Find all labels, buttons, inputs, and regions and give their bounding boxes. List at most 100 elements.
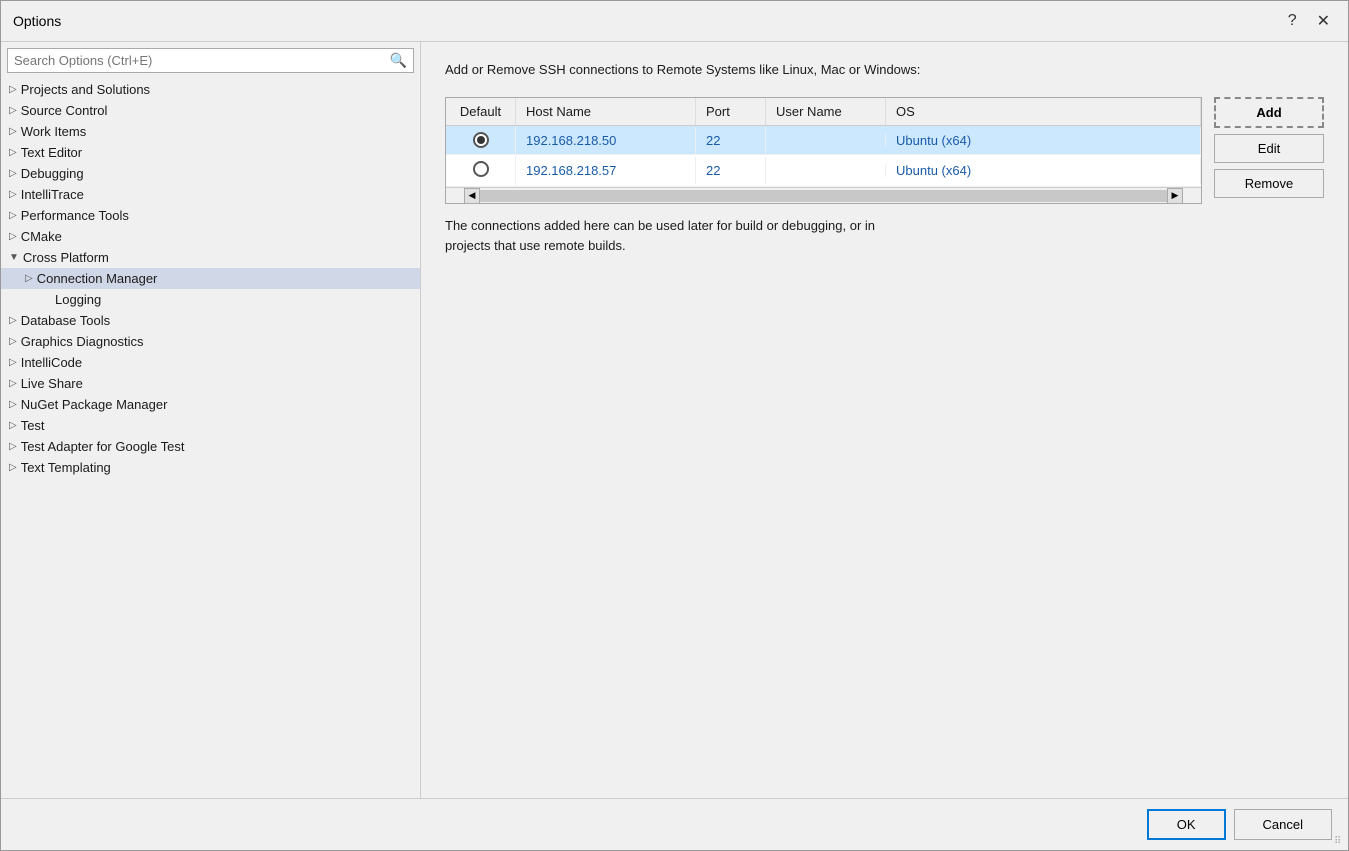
radio-1[interactable] xyxy=(473,161,489,177)
tree-label-text-editor: Text Editor xyxy=(21,145,82,160)
tree-label-cross-platform: Cross Platform xyxy=(23,250,109,265)
tree-label-work-items: Work Items xyxy=(21,124,87,139)
tree-item-text-editor[interactable]: ▷ Text Editor xyxy=(1,142,420,163)
tree-arrow-test: ▷ xyxy=(9,420,17,431)
search-input[interactable] xyxy=(14,53,390,68)
tree-arrow-performance-tools: ▷ xyxy=(9,210,17,221)
tree-arrow-live-share: ▷ xyxy=(9,378,17,389)
tree-label-live-share: Live Share xyxy=(21,376,83,391)
cell-os-1: Ubuntu (x64) xyxy=(886,157,1201,184)
tree-label-nuget-package-manager: NuGet Package Manager xyxy=(21,397,168,412)
connections-table: Default Host Name Port User Name OS 192.… xyxy=(445,97,1202,204)
cell-host-1: 192.168.218.57 xyxy=(516,157,696,184)
table-header: Default Host Name Port User Name OS xyxy=(446,98,1201,126)
dialog-title: Options xyxy=(13,13,61,29)
col-header-host: Host Name xyxy=(516,98,696,125)
tree-item-text-templating[interactable]: ▷Text Templating xyxy=(1,457,420,478)
table-scrollbar[interactable]: ◀ ▶ xyxy=(446,187,1201,203)
cell-os-0: Ubuntu (x64) xyxy=(886,127,1201,154)
tree-item-performance-tools[interactable]: ▷Performance Tools xyxy=(1,205,420,226)
tree-label-logging: Logging xyxy=(55,292,101,307)
tree-item-logging[interactable]: Logging xyxy=(1,289,420,310)
tree-item-graphics-diagnostics[interactable]: ▷ Graphics Diagnostics xyxy=(1,331,420,352)
tree-arrow-intellitrace: ▷ xyxy=(9,189,17,200)
tree-arrow-debugging: ▷ xyxy=(9,168,17,179)
ok-button[interactable]: OK xyxy=(1147,809,1226,840)
tree-label-projects: Projects and Solutions xyxy=(21,82,150,97)
panel-description: Add or Remove SSH connections to Remote … xyxy=(445,62,1324,77)
table-and-buttons: Default Host Name Port User Name OS 192.… xyxy=(445,97,1324,204)
tree-arrow-work-items: ▷ xyxy=(9,126,17,137)
cell-default-1[interactable] xyxy=(446,155,516,186)
tree-item-nuget-package-manager[interactable]: ▷ NuGet Package Manager xyxy=(1,394,420,415)
tree-item-test-adapter-google[interactable]: ▷Test Adapter for Google Test xyxy=(1,436,420,457)
col-header-port: Port xyxy=(696,98,766,125)
tree-item-live-share[interactable]: ▷ Live Share xyxy=(1,373,420,394)
scrollbar-track[interactable] xyxy=(480,190,1167,202)
title-bar: Options ? ✕ xyxy=(1,1,1348,42)
tree-arrow-text-editor: ▷ xyxy=(9,147,17,158)
bottom-note: The connections added here can be used l… xyxy=(445,216,1324,255)
tree-item-intellitrace[interactable]: ▷ IntelliTrace xyxy=(1,184,420,205)
tree-item-intellicode[interactable]: ▷ IntelliCode xyxy=(1,352,420,373)
add-button[interactable]: Add xyxy=(1214,97,1324,128)
table-row[interactable]: 192.168.218.5722 Ubuntu (x64) xyxy=(446,155,1201,187)
col-header-default: Default xyxy=(446,98,516,125)
tree-arrow-source-control: ▷ xyxy=(9,105,17,116)
remove-button[interactable]: Remove xyxy=(1214,169,1324,198)
tree-label-debugging: Debugging xyxy=(21,166,84,181)
table-row[interactable]: 192.168.218.5022 Ubuntu (x64) xyxy=(446,126,1201,155)
content-area: 🔍 ▷ Projects and Solutions ▷ Source Control… xyxy=(1,42,1348,798)
tree-container[interactable]: ▷ Projects and Solutions ▷ Source Control ▷ W… xyxy=(1,79,420,798)
tree-arrow-test-adapter-google: ▷ xyxy=(9,441,17,452)
edit-button[interactable]: Edit xyxy=(1214,134,1324,163)
tree-item-projects[interactable]: ▷ Projects and Solutions xyxy=(1,79,420,100)
right-panel: Add or Remove SSH connections to Remote … xyxy=(421,42,1348,798)
tree-item-source-control[interactable]: ▷ Source Control xyxy=(1,100,420,121)
tree-label-graphics-diagnostics: Graphics Diagnostics xyxy=(21,334,144,349)
bottom-note-line2: projects that use remote builds. xyxy=(445,238,626,253)
tree-item-test[interactable]: ▷Test xyxy=(1,415,420,436)
tree-arrow-database-tools: ▷ xyxy=(9,315,17,326)
left-panel: 🔍 ▷ Projects and Solutions ▷ Source Control… xyxy=(1,42,421,798)
tree-label-intellitrace: IntelliTrace xyxy=(21,187,84,202)
col-header-user: User Name xyxy=(766,98,886,125)
cell-user-1 xyxy=(766,165,886,177)
table-body[interactable]: 192.168.218.5022Ubuntu (x64)192.168.218.… xyxy=(446,126,1201,187)
action-buttons: Add Edit Remove xyxy=(1214,97,1324,204)
search-box[interactable]: 🔍 xyxy=(7,48,414,73)
bottom-bar: OK Cancel xyxy=(1,798,1348,850)
cell-host-0: 192.168.218.50 xyxy=(516,127,696,154)
cell-user-0 xyxy=(766,134,886,146)
tree-label-source-control: Source Control xyxy=(21,103,108,118)
scroll-right-btn[interactable]: ▶ xyxy=(1167,188,1183,204)
tree-arrow-nuget-package-manager: ▷ xyxy=(9,399,17,410)
tree-item-work-items[interactable]: ▷ Work Items xyxy=(1,121,420,142)
help-button[interactable]: ? xyxy=(1282,9,1303,33)
tree-item-database-tools[interactable]: ▷ Database Tools xyxy=(1,310,420,331)
cell-port-0: 22 xyxy=(696,127,766,154)
tree-arrow-cmake: ▷ xyxy=(9,231,17,242)
tree-item-connection-manager[interactable]: ▷ Connection Manager xyxy=(1,268,420,289)
resize-handle: ⠿ xyxy=(1334,836,1346,848)
tree-arrow-connection-manager: ▷ xyxy=(25,273,33,284)
tree-label-text-templating: Text Templating xyxy=(21,460,111,475)
bottom-note-line1: The connections added here can be used l… xyxy=(445,218,875,233)
cell-port-1: 22 xyxy=(696,157,766,184)
cell-default-0[interactable] xyxy=(446,126,516,154)
cancel-button[interactable]: Cancel xyxy=(1234,809,1332,840)
tree-label-database-tools: Database Tools xyxy=(21,313,110,328)
tree-arrow-intellicode: ▷ xyxy=(9,357,17,368)
scroll-left-btn[interactable]: ◀ xyxy=(464,188,480,204)
radio-0[interactable] xyxy=(473,132,489,148)
tree-item-cross-platform[interactable]: ▼ Cross Platform xyxy=(1,247,420,268)
tree-item-debugging[interactable]: ▷ Debugging xyxy=(1,163,420,184)
tree-label-intellicode: IntelliCode xyxy=(21,355,82,370)
tree-arrow-projects: ▷ xyxy=(9,84,17,95)
tree-item-cmake[interactable]: ▷CMake xyxy=(1,226,420,247)
tree-arrow-graphics-diagnostics: ▷ xyxy=(9,336,17,347)
close-button[interactable]: ✕ xyxy=(1311,9,1336,33)
tree-label-connection-manager: Connection Manager xyxy=(37,271,158,286)
title-controls: ? ✕ xyxy=(1282,9,1336,33)
tree-arrow-cross-platform: ▼ xyxy=(9,252,19,263)
